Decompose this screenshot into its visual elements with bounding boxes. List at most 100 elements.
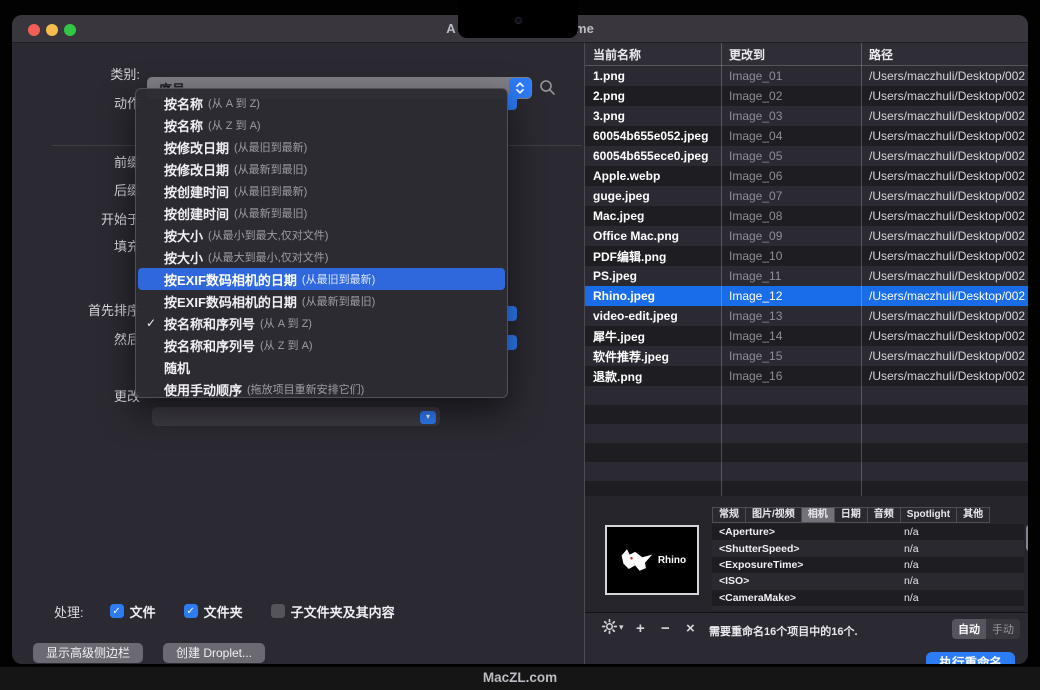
table-row[interactable]: guge.jpegImage_07/Users/maczhuli/Desktop…	[585, 186, 1028, 206]
gear-icon[interactable]	[602, 619, 617, 639]
exif-tabs: 常规 图片/视频 相机 日期 音频 Spotlight 其他	[713, 507, 990, 523]
search-icon[interactable]	[539, 79, 556, 96]
new-name: Image_06	[721, 169, 861, 183]
exif-row[interactable]: <ExposureTime>n/a	[712, 557, 1024, 573]
table-row-empty[interactable]	[585, 462, 1028, 481]
menu-item-by-size-smallest[interactable]: 按大小 (从最小到最大,仅对文件)	[138, 224, 505, 246]
folders-checkbox-label: 文件夹	[204, 602, 243, 621]
table-row[interactable]: Office Mac.pngImage_09/Users/maczhuli/De…	[585, 226, 1028, 246]
create-droplet-button[interactable]: 创建 Droplet...	[163, 643, 265, 663]
minimize-window-button[interactable]	[46, 24, 58, 36]
show-advanced-sidebar-button[interactable]: 显示高级侧边栏	[33, 643, 143, 663]
menu-item-detail: (从最旧到最新)	[234, 139, 307, 155]
add-files-button[interactable]: +	[636, 620, 645, 637]
folders-checkbox[interactable]: ✓	[184, 604, 198, 618]
tab-camera[interactable]: 相机	[801, 507, 835, 523]
menu-item-label: 按大小	[164, 226, 203, 245]
new-name: Image_11	[721, 269, 861, 283]
table-row[interactable]: 1.pngImage_01/Users/maczhuli/Desktop/002	[585, 66, 1028, 86]
tab-audio[interactable]: 音频	[867, 507, 901, 523]
tab-spotlight[interactable]: Spotlight	[900, 507, 957, 523]
tab-date[interactable]: 日期	[834, 507, 868, 523]
exif-row[interactable]: <ShutterSpeed>n/a	[712, 540, 1024, 556]
pad-label: 填充	[20, 239, 140, 255]
table-row[interactable]: Apple.webpImage_06/Users/maczhuli/Deskto…	[585, 166, 1028, 186]
menu-item-by-name-and-seq-za[interactable]: 按名称和序列号(从 Z 到 A)	[138, 334, 505, 356]
menu-item-detail: (从最小到最大,仅对文件)	[208, 227, 328, 243]
col-path[interactable]: 路径	[861, 46, 1028, 63]
table-row-selected[interactable]: Rhino.jpegImage_12/Users/maczhuli/Deskto…	[585, 286, 1028, 306]
file-name: 2.png	[585, 89, 721, 103]
close-window-button[interactable]	[28, 24, 40, 36]
table-row[interactable]: 犀牛.jpegImage_14/Users/maczhuli/Desktop/0…	[585, 326, 1028, 346]
menu-item-by-create-date-oldest[interactable]: 按创建时间(从最旧到最新)	[138, 180, 505, 202]
table-row[interactable]: 60054b655e052.jpegImage_04/Users/maczhul…	[585, 126, 1028, 146]
table-row-empty[interactable]	[585, 443, 1028, 462]
files-checkbox[interactable]: ✓	[110, 604, 124, 618]
exif-value: n/a	[904, 559, 1024, 571]
tab-other[interactable]: 其他	[956, 507, 990, 523]
new-name: Image_04	[721, 129, 861, 143]
remove-files-button[interactable]: −	[661, 620, 670, 637]
menu-item-by-name-and-seq-az[interactable]: ✓按名称和序列号(从 A 到 Z)	[138, 312, 505, 334]
file-name: video-edit.jpeg	[585, 309, 721, 323]
table-row-empty[interactable]	[585, 424, 1028, 443]
menu-item-by-size-largest[interactable]: 按大小(从最大到最小,仅对文件)	[138, 246, 505, 268]
menu-item-by-exif-date-oldest[interactable]: 按EXIF数码相机的日期(从最旧到最新)	[138, 268, 505, 290]
auto-option[interactable]: 自动	[952, 619, 986, 639]
menu-item-manual-order[interactable]: 使用手动顺序(拖放项目重新安排它们)	[138, 378, 505, 400]
table-header[interactable]: 当前名称 更改到 路径	[585, 43, 1028, 66]
exif-row[interactable]: <Aperture>n/a	[712, 524, 1024, 540]
subfolders-checkbox[interactable]	[271, 604, 285, 618]
menu-item-by-mod-date-newest[interactable]: 按修改日期(从最新到最旧)	[138, 158, 505, 180]
menu-item-by-name-az[interactable]: 按名称(从 A 到 Z)	[138, 92, 505, 114]
column-divider	[861, 43, 862, 496]
exif-row[interactable]: <CameraMake>n/a	[712, 590, 1024, 606]
file-name: PDF编辑.png	[585, 248, 721, 265]
exif-scrollbar[interactable]	[1026, 525, 1028, 607]
menu-item-random[interactable]: 随机	[138, 356, 505, 378]
change-dropdown[interactable]: ▾	[152, 407, 440, 426]
table-row[interactable]: PDF编辑.pngImage_10/Users/maczhuli/Desktop…	[585, 246, 1028, 266]
menu-item-by-create-date-newest[interactable]: 按创建时间(从最新到最旧)	[138, 202, 505, 224]
file-name: 1.png	[585, 69, 721, 83]
file-name: 软件推荐.jpeg	[585, 348, 721, 365]
table-row[interactable]: 60054b655ece0.jpegImage_05/Users/maczhul…	[585, 146, 1028, 166]
scrollbar-thumb[interactable]	[1026, 525, 1028, 551]
clear-files-button[interactable]: ×	[686, 620, 695, 637]
file-name: Mac.jpeg	[585, 209, 721, 223]
tab-general[interactable]: 常规	[712, 507, 746, 523]
exif-row[interactable]: <ISO>n/a	[712, 573, 1024, 589]
table-row[interactable]: video-edit.jpegImage_13/Users/maczhuli/D…	[585, 306, 1028, 326]
new-name: Image_15	[721, 349, 861, 363]
col-rename-to[interactable]: 更改到	[721, 46, 861, 63]
exif-row[interactable]	[712, 606, 1024, 610]
table-row-empty[interactable]	[585, 386, 1028, 405]
table-row[interactable]: 退款.pngImage_16/Users/maczhuli/Desktop/00…	[585, 366, 1028, 386]
col-current-name[interactable]: 当前名称	[585, 46, 721, 63]
menu-item-label: 使用手动顺序	[164, 380, 242, 399]
manual-option[interactable]: 手动	[986, 619, 1020, 639]
menu-item-detail: (从最旧到最新)	[234, 183, 307, 199]
file-name: guge.jpeg	[585, 189, 721, 203]
table-row-empty[interactable]	[585, 405, 1028, 424]
change-label: 更改	[20, 389, 140, 405]
zoom-window-button[interactable]	[64, 24, 76, 36]
column-divider	[721, 43, 722, 496]
menu-item-by-name-za[interactable]: 按名称(从 Z 到 A)	[138, 114, 505, 136]
prefix-label: 前缀	[20, 155, 140, 171]
perform-rename-button[interactable]: 执行重命名	[926, 652, 1015, 664]
menu-item-by-exif-date-newest[interactable]: 按EXIF数码相机的日期(从最新到最旧)	[138, 290, 505, 312]
gear-caret-icon[interactable]: ▾	[619, 622, 624, 633]
table-row[interactable]: Mac.jpegImage_08/Users/maczhuli/Desktop/…	[585, 206, 1028, 226]
table-row[interactable]: 2.pngImage_02/Users/maczhuli/Desktop/002	[585, 86, 1028, 106]
menu-item-label: 按名称	[164, 116, 203, 135]
table-row[interactable]: 软件推荐.jpegImage_15/Users/maczhuli/Desktop…	[585, 346, 1028, 366]
table-row[interactable]: 3.pngImage_03/Users/maczhuli/Desktop/002	[585, 106, 1028, 126]
menu-item-by-mod-date-oldest[interactable]: 按修改日期(从最旧到最新)	[138, 136, 505, 158]
tab-image-video[interactable]: 图片/视频	[745, 507, 802, 523]
auto-manual-toggle: 自动 手动	[952, 619, 1020, 639]
exif-value: n/a	[904, 592, 1024, 604]
menu-item-label: 按名称和序列号	[164, 314, 255, 333]
table-row[interactable]: PS.jpegImage_11/Users/maczhuli/Desktop/0…	[585, 266, 1028, 286]
